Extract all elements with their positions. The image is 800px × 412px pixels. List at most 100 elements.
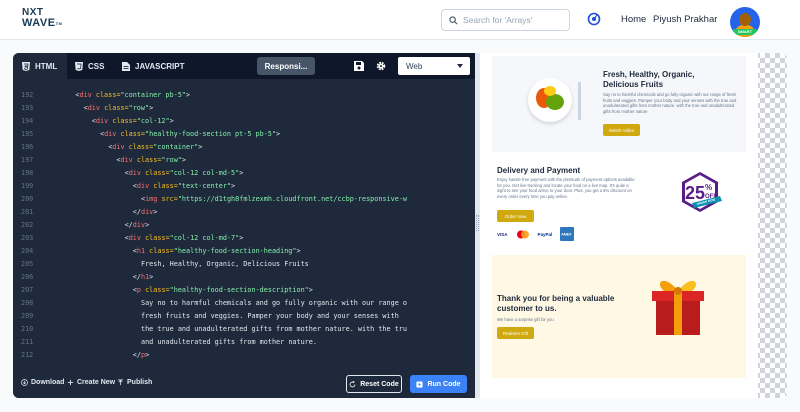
code-line[interactable]: 212 </p>	[13, 349, 475, 362]
code-token: </	[132, 351, 141, 359]
code-token: class=	[136, 156, 162, 164]
section-heading: Delivery and Payment	[497, 166, 581, 175]
avatar[interactable]: SMART	[730, 7, 760, 37]
code-line[interactable]: 198 <div class="col-12 col-md-5">	[13, 167, 475, 180]
code-line[interactable]: 207 <p class="healthy-food-section-descri…	[13, 284, 475, 297]
badge-percent: %	[705, 183, 712, 192]
code-token: and unadulterated gifts from mother natu…	[141, 338, 317, 346]
code-token: div	[87, 104, 105, 112]
order-now-button[interactable]: Order Now	[497, 210, 534, 222]
code-text: <div class="col-12">	[92, 115, 174, 128]
redeem-gift-button[interactable]: Redeem Gift	[497, 327, 534, 339]
avatar-tag: SMART	[733, 29, 757, 35]
html5-icon	[22, 61, 30, 71]
code-area[interactable]: 192 <div class="container pb-5"> 193 <div c…	[13, 89, 475, 367]
code-token: >	[153, 208, 158, 216]
responsive-button[interactable]: Responsi...	[257, 57, 315, 75]
line-number: 198	[21, 169, 34, 177]
code-token: "healthy-food-section-heading"	[173, 247, 297, 255]
tab-label: HTML	[35, 61, 58, 71]
tab-label: CSS	[88, 61, 105, 71]
code-token: class=	[95, 91, 121, 99]
nxtwave-logo[interactable]: NXT WAVETM	[22, 7, 62, 29]
line-number: 196	[21, 143, 34, 151]
create-new-button[interactable]: Create New	[67, 379, 115, 386]
code-line[interactable]: 197 <div class="row">	[13, 154, 475, 167]
code-line[interactable]: 194 <div class="col-12">	[13, 115, 475, 128]
food-plate-image	[528, 78, 572, 122]
code-token: >	[145, 221, 150, 229]
save-icon[interactable]	[354, 61, 364, 71]
code-line[interactable]: 192 <div class="container pb-5">	[13, 89, 475, 102]
code-token: class=	[112, 117, 137, 125]
code-line[interactable]: 202 </div>	[13, 219, 475, 232]
code-token: div	[132, 221, 146, 229]
preview-panel: Fresh, Healthy, Organic, Delicious Fruit…	[480, 53, 787, 398]
code-text: </p>	[133, 349, 149, 362]
code-token: "col-12 col-md-7"	[169, 234, 240, 242]
code-token: "healthy-food-section pt-5 pb-5"	[145, 130, 276, 138]
code-line[interactable]: 205 Fresh, Healthy, Organic, Delicious Fr…	[13, 258, 475, 271]
line-number: 197	[21, 156, 34, 164]
food-item	[544, 86, 556, 96]
resize-grip	[476, 215, 479, 231]
line-number: 208	[21, 299, 34, 307]
code-text: Say no to harmful chemicals and go fully…	[141, 297, 407, 310]
code-line[interactable]: 204 <h1 class="healthy-food-section-headi…	[13, 245, 475, 258]
code-line[interactable]: 203 <div class="col-12 col-md-7">	[13, 232, 475, 245]
run-code-button[interactable]: Run Code	[410, 375, 467, 393]
code-token: "col-12"	[136, 117, 170, 125]
code-token: div	[120, 156, 137, 164]
code-token: class=	[120, 130, 146, 138]
code-text: <div class="row">	[84, 102, 154, 115]
create-new-label: Create New	[77, 379, 116, 386]
search-input[interactable]	[463, 15, 563, 25]
tab-css[interactable]: CSS	[75, 53, 115, 79]
download-button[interactable]: Download	[21, 379, 64, 386]
code-token: div	[104, 130, 121, 138]
line-number: 207	[21, 286, 34, 294]
code-token: class=	[145, 286, 170, 294]
settings-gear-icon[interactable]	[376, 61, 386, 71]
code-line[interactable]: 209 fresh fruits and veggies. Pamper your…	[13, 310, 475, 323]
code-token: "container pb-5"	[120, 91, 186, 99]
line-number: 202	[21, 221, 34, 229]
code-line[interactable]: 208 Say no to harmful chemicals and go fu…	[13, 297, 475, 310]
code-token: "row"	[128, 104, 150, 112]
code-token: h1	[136, 247, 150, 255]
code-line[interactable]: 200 <img src="https://d1tgh8fmlzexmh.clou…	[13, 193, 475, 206]
nav-user-name[interactable]: Piyush Prakhar	[653, 14, 717, 25]
tab-javascript[interactable]: JAVASCRIPT	[122, 53, 202, 79]
section-description: Say no to harmful chemicals and go fully…	[603, 92, 737, 114]
publish-button[interactable]: Publish	[117, 379, 152, 386]
code-text: <div class="row">	[116, 154, 186, 167]
download-label: Download	[31, 379, 65, 386]
line-number: 209	[21, 312, 34, 320]
code-line[interactable]: 193 <div class="row">	[13, 102, 475, 115]
code-line[interactable]: 210 the true and unadulterated gifts from…	[13, 323, 475, 336]
code-text: <p class="healthy-food-section-descripti…	[133, 284, 313, 297]
code-line[interactable]: 201 </div>	[13, 206, 475, 219]
code-line[interactable]: 211 and unadulterated gifts from mother n…	[13, 336, 475, 349]
tab-html[interactable]: HTML	[13, 53, 67, 79]
search-box[interactable]	[441, 9, 570, 31]
code-text: <img src="https://d1tgh8fmlzexmh.cloudfr…	[141, 193, 407, 206]
reset-code-button[interactable]: Reset Code	[346, 375, 402, 393]
code-token: div	[95, 117, 113, 125]
food-item	[546, 94, 564, 110]
code-token: "container"	[153, 143, 199, 151]
code-token: >	[296, 247, 301, 255]
view-select[interactable]: Web	[398, 57, 470, 75]
streak-gauge-icon[interactable]	[587, 12, 601, 26]
code-token: >	[181, 156, 186, 164]
code-token: div	[112, 143, 129, 151]
code-line[interactable]: 199 <div class="text-center">	[13, 180, 475, 193]
code-line[interactable]: 206 </h1>	[13, 271, 475, 284]
code-line[interactable]: 195 <div class="healthy-food-section pt-5…	[13, 128, 475, 141]
code-line[interactable]: 196 <div class="container">	[13, 141, 475, 154]
nav-home-link[interactable]: Home	[621, 14, 646, 25]
watch-video-button[interactable]: Watch Video	[603, 124, 640, 136]
thank-you-section: Thank you for being a valuable customer …	[492, 255, 746, 378]
code-token: class=	[145, 169, 170, 177]
section-heading: Thank you for being a valuable customer …	[497, 294, 615, 313]
